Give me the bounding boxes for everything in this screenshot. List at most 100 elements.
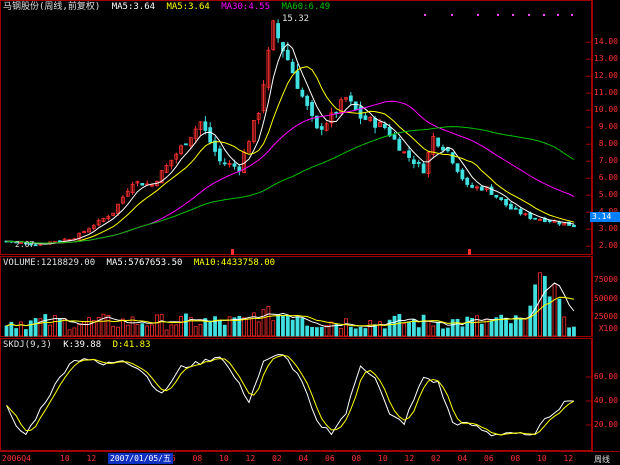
volume-panel[interactable]: VOLUME:1218829.00 MA5:5767653.50 MA10:44… [0, 256, 592, 337]
candle-body [416, 162, 421, 164]
volume-bar [174, 324, 179, 337]
volume-bar [445, 327, 450, 337]
time-label: 08 [192, 454, 203, 463]
candle-body [513, 207, 518, 210]
volume-bar [436, 321, 441, 337]
volume-bar [339, 327, 344, 337]
time-axis[interactable]: 2006Q4 101202040608101202040608101202040… [0, 451, 620, 465]
volume-bar [489, 320, 494, 337]
time-label: 02 [431, 454, 441, 463]
volume-bar [145, 325, 150, 337]
kdj-d: D:41.83 [112, 340, 151, 350]
volume-chart[interactable] [1, 257, 593, 338]
volume-bar [557, 298, 562, 337]
signal-dot [477, 14, 479, 16]
event-marker [231, 249, 234, 255]
time-label: 08 [351, 454, 362, 463]
volume-bar [329, 321, 334, 337]
volume-bar [247, 318, 251, 337]
volume-bar [213, 316, 217, 337]
volume-ma5: MA5:5767653.50 [106, 258, 183, 268]
volume-bar [266, 305, 271, 337]
volume-tick: X100 [598, 324, 618, 333]
candle-body [407, 150, 411, 158]
kdj-axis: 60.00 40.00 20.00 [592, 338, 620, 451]
candle-body [334, 111, 339, 114]
kdj-tick: 60.00 [593, 372, 618, 381]
ma5-line [6, 43, 575, 245]
period-label[interactable]: 周线 [594, 454, 610, 465]
candle-body [499, 197, 504, 200]
candle-body [222, 162, 227, 165]
candle-body [33, 244, 38, 247]
candle-body [232, 163, 237, 167]
candle-body [276, 23, 281, 39]
volume-bar [159, 314, 164, 337]
time-label: 12 [563, 454, 574, 463]
candlestick-chart[interactable] [1, 1, 593, 256]
volume-bar [14, 328, 19, 337]
volume-bar [378, 321, 382, 337]
volume-bar [363, 328, 368, 337]
current-price-badge: 3.14 [590, 212, 620, 222]
volume-bar [169, 324, 174, 337]
price-tick: 9.00 [598, 122, 618, 132]
price-tick: 7.00 [598, 156, 618, 166]
volume-bar [465, 316, 470, 337]
volume-bar [77, 324, 82, 337]
ma10-line [6, 66, 575, 244]
signal-dot [512, 14, 514, 16]
candle-body [373, 117, 378, 128]
price-chart-panel[interactable]: 马钢股份(周线,前复权) MA5:3.64 MA5:3.64 MA30:4.55… [0, 0, 593, 256]
time-label: 04 [298, 454, 309, 463]
volume-bar [353, 328, 358, 337]
candle-body [305, 95, 310, 106]
volume-bar [523, 318, 528, 337]
volume-bar [72, 327, 77, 337]
volume-bar [460, 326, 465, 337]
volume-ma10: MA10:4433758.00 [193, 258, 276, 268]
kdj-chart[interactable] [1, 339, 593, 452]
signal-dot [557, 14, 559, 16]
candle-body [411, 159, 416, 164]
kdj-title: SKDJ(9,3) [3, 340, 52, 350]
candle-body [310, 102, 314, 116]
signal-dot [497, 14, 499, 16]
volume-ma5-line [6, 282, 575, 328]
candle-body [363, 115, 368, 120]
price-tick: 3.00 [598, 224, 618, 234]
candle-body [397, 138, 402, 151]
volume-bar [295, 316, 300, 337]
event-marker [468, 249, 471, 255]
time-start-label: 2006Q4 [2, 454, 31, 463]
volume-bar [382, 328, 387, 337]
time-label: 10 [60, 454, 70, 463]
volume-bar [208, 320, 213, 337]
volume-bar [4, 325, 9, 337]
volume-bar [397, 314, 402, 337]
candle-body [547, 220, 552, 223]
candle-body [184, 143, 188, 146]
time-label: 02 [272, 454, 282, 463]
ma30-value: MA30:4.55 [221, 2, 271, 12]
candle-body [557, 222, 562, 225]
kdj-d-line [6, 354, 575, 436]
volume-bar [504, 317, 508, 337]
volume-bar [499, 314, 504, 337]
kdj-panel[interactable]: SKDJ(9,3) K:39.88 D:41.83 [0, 338, 593, 452]
ma30-line [6, 100, 575, 244]
candle-body [217, 148, 222, 162]
candle-body [421, 163, 426, 174]
volume-bar [23, 329, 28, 337]
volume-tick: 50000 [593, 293, 618, 303]
volume-bar [572, 326, 576, 337]
volume-bar [455, 318, 460, 337]
time-label: 10 [378, 454, 388, 463]
time-label: 12 [245, 454, 256, 463]
selected-date: 2007/01/05/五 [108, 453, 173, 464]
candle-body [450, 152, 455, 164]
volume-bar [368, 319, 373, 337]
time-label: 12 [404, 454, 415, 463]
price-tick: 12.00 [593, 71, 618, 81]
candle-body [494, 194, 499, 198]
